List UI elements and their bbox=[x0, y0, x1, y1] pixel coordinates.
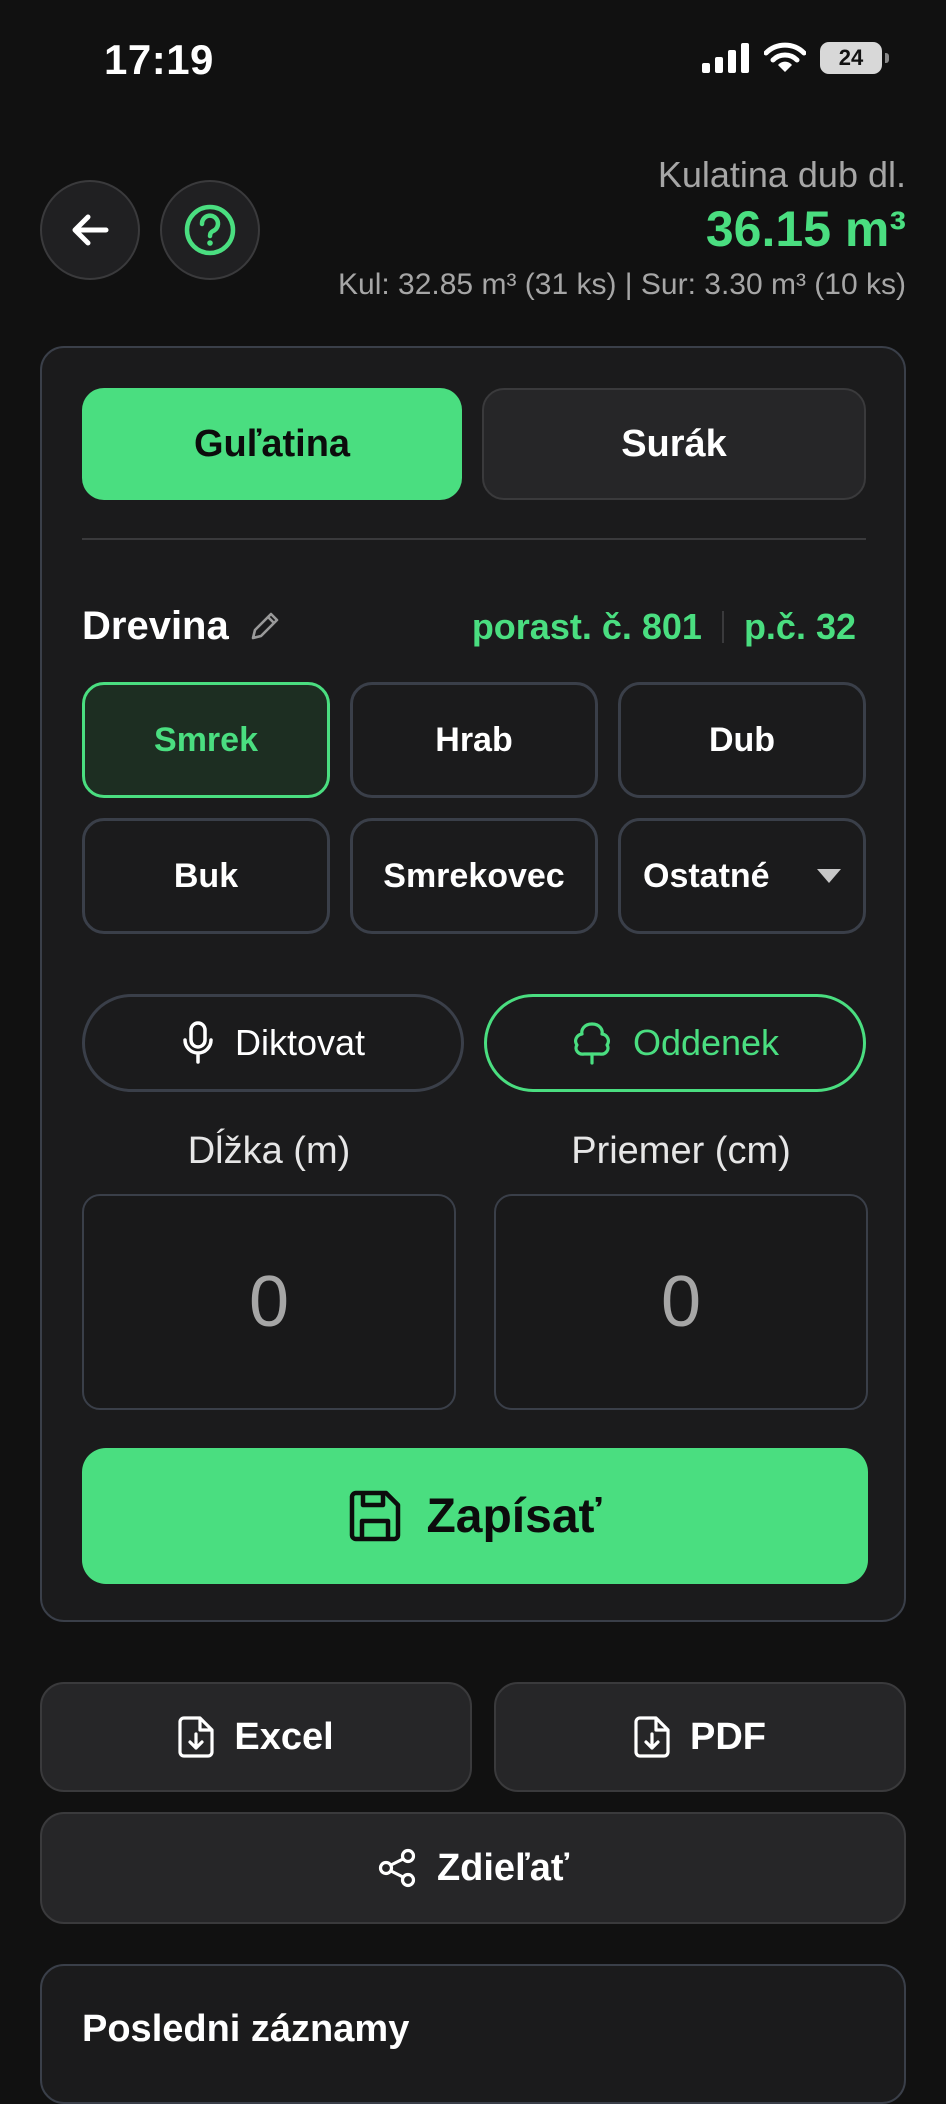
divider bbox=[82, 538, 866, 540]
status-icons: 24 bbox=[702, 42, 889, 74]
file-download-icon bbox=[634, 1716, 670, 1758]
species-buk[interactable]: Buk bbox=[82, 818, 330, 934]
help-button[interactable] bbox=[160, 180, 260, 280]
species-smrek[interactable]: Smrek bbox=[82, 682, 330, 798]
status-time: 17:19 bbox=[104, 36, 214, 83]
share-button[interactable]: Zdieľať bbox=[40, 1812, 906, 1924]
total-volume: 36.15 m³ bbox=[705, 201, 906, 257]
length-label: Dĺžka (m) bbox=[187, 1130, 351, 1172]
file-download-icon bbox=[178, 1716, 214, 1758]
species-other-select[interactable]: Ostatné bbox=[618, 818, 866, 934]
species-label: Drevina bbox=[82, 604, 229, 648]
excel-label: Excel bbox=[234, 1715, 334, 1758]
save-button[interactable]: Zapísať bbox=[82, 1448, 868, 1584]
separator bbox=[721, 611, 724, 643]
species-smrekovec[interactable]: Smrekovec bbox=[350, 818, 598, 934]
species-dub[interactable]: Dub bbox=[618, 682, 866, 798]
diameter-input[interactable]: 0 bbox=[494, 1194, 868, 1410]
pencil-icon[interactable] bbox=[247, 610, 281, 644]
length-input[interactable]: 0 bbox=[82, 1194, 456, 1410]
stand-number: porast. č. 801 bbox=[471, 606, 702, 647]
volume-breakdown: Kul: 32.85 m³ (31 ks) | Sur: 3.30 m³ (10… bbox=[338, 268, 906, 301]
species-other-label: Ostatné bbox=[643, 856, 770, 895]
stump-label: Oddenek bbox=[632, 1022, 780, 1063]
plot-number: p.č. 32 bbox=[743, 606, 856, 647]
diameter-label: Priemer (cm) bbox=[571, 1130, 791, 1172]
share-icon bbox=[378, 1848, 416, 1888]
dictate-label: Diktovat bbox=[234, 1022, 366, 1063]
tree-icon bbox=[574, 1022, 610, 1065]
help-icon bbox=[184, 204, 236, 256]
caret-down-icon bbox=[817, 869, 841, 883]
recent-records-panel: Posledni záznamy bbox=[40, 1964, 906, 2104]
species-hrab[interactable]: Hrab bbox=[350, 682, 598, 798]
wifi-icon bbox=[764, 42, 806, 72]
species-heading: Drevina bbox=[82, 604, 281, 649]
share-label: Zdieľať bbox=[436, 1846, 570, 1889]
entry-card: Guľatina Surák Drevina porast. č. 801 p.… bbox=[40, 346, 906, 1622]
dictate-button[interactable]: Diktovat bbox=[82, 994, 464, 1092]
back-button[interactable] bbox=[40, 180, 140, 280]
tab-gulatina[interactable]: Guľatina bbox=[82, 388, 462, 500]
battery-indicator: 24 bbox=[820, 42, 889, 74]
recent-records-title: Posledni záznamy bbox=[82, 2008, 410, 2050]
stump-button[interactable]: Oddenek bbox=[484, 994, 866, 1092]
pdf-label: PDF bbox=[690, 1715, 766, 1758]
excel-export-button[interactable]: Excel bbox=[40, 1682, 472, 1792]
tab-surak[interactable]: Surák bbox=[482, 388, 866, 500]
arrow-left-icon bbox=[72, 214, 109, 246]
pdf-export-button[interactable]: PDF bbox=[494, 1682, 906, 1792]
volume-summary: Kulatina dub dl. 36.15 m³ Kul: 32.85 m³ … bbox=[338, 154, 906, 302]
save-label: Zapísať bbox=[426, 1489, 602, 1543]
summary-subtitle: Kulatina dub dl. bbox=[657, 154, 906, 195]
forest-location[interactable]: porast. č. 801 p.č. 32 bbox=[472, 606, 856, 648]
signal-icon bbox=[702, 43, 749, 73]
save-icon bbox=[350, 1490, 401, 1542]
microphone-icon bbox=[183, 1021, 213, 1064]
